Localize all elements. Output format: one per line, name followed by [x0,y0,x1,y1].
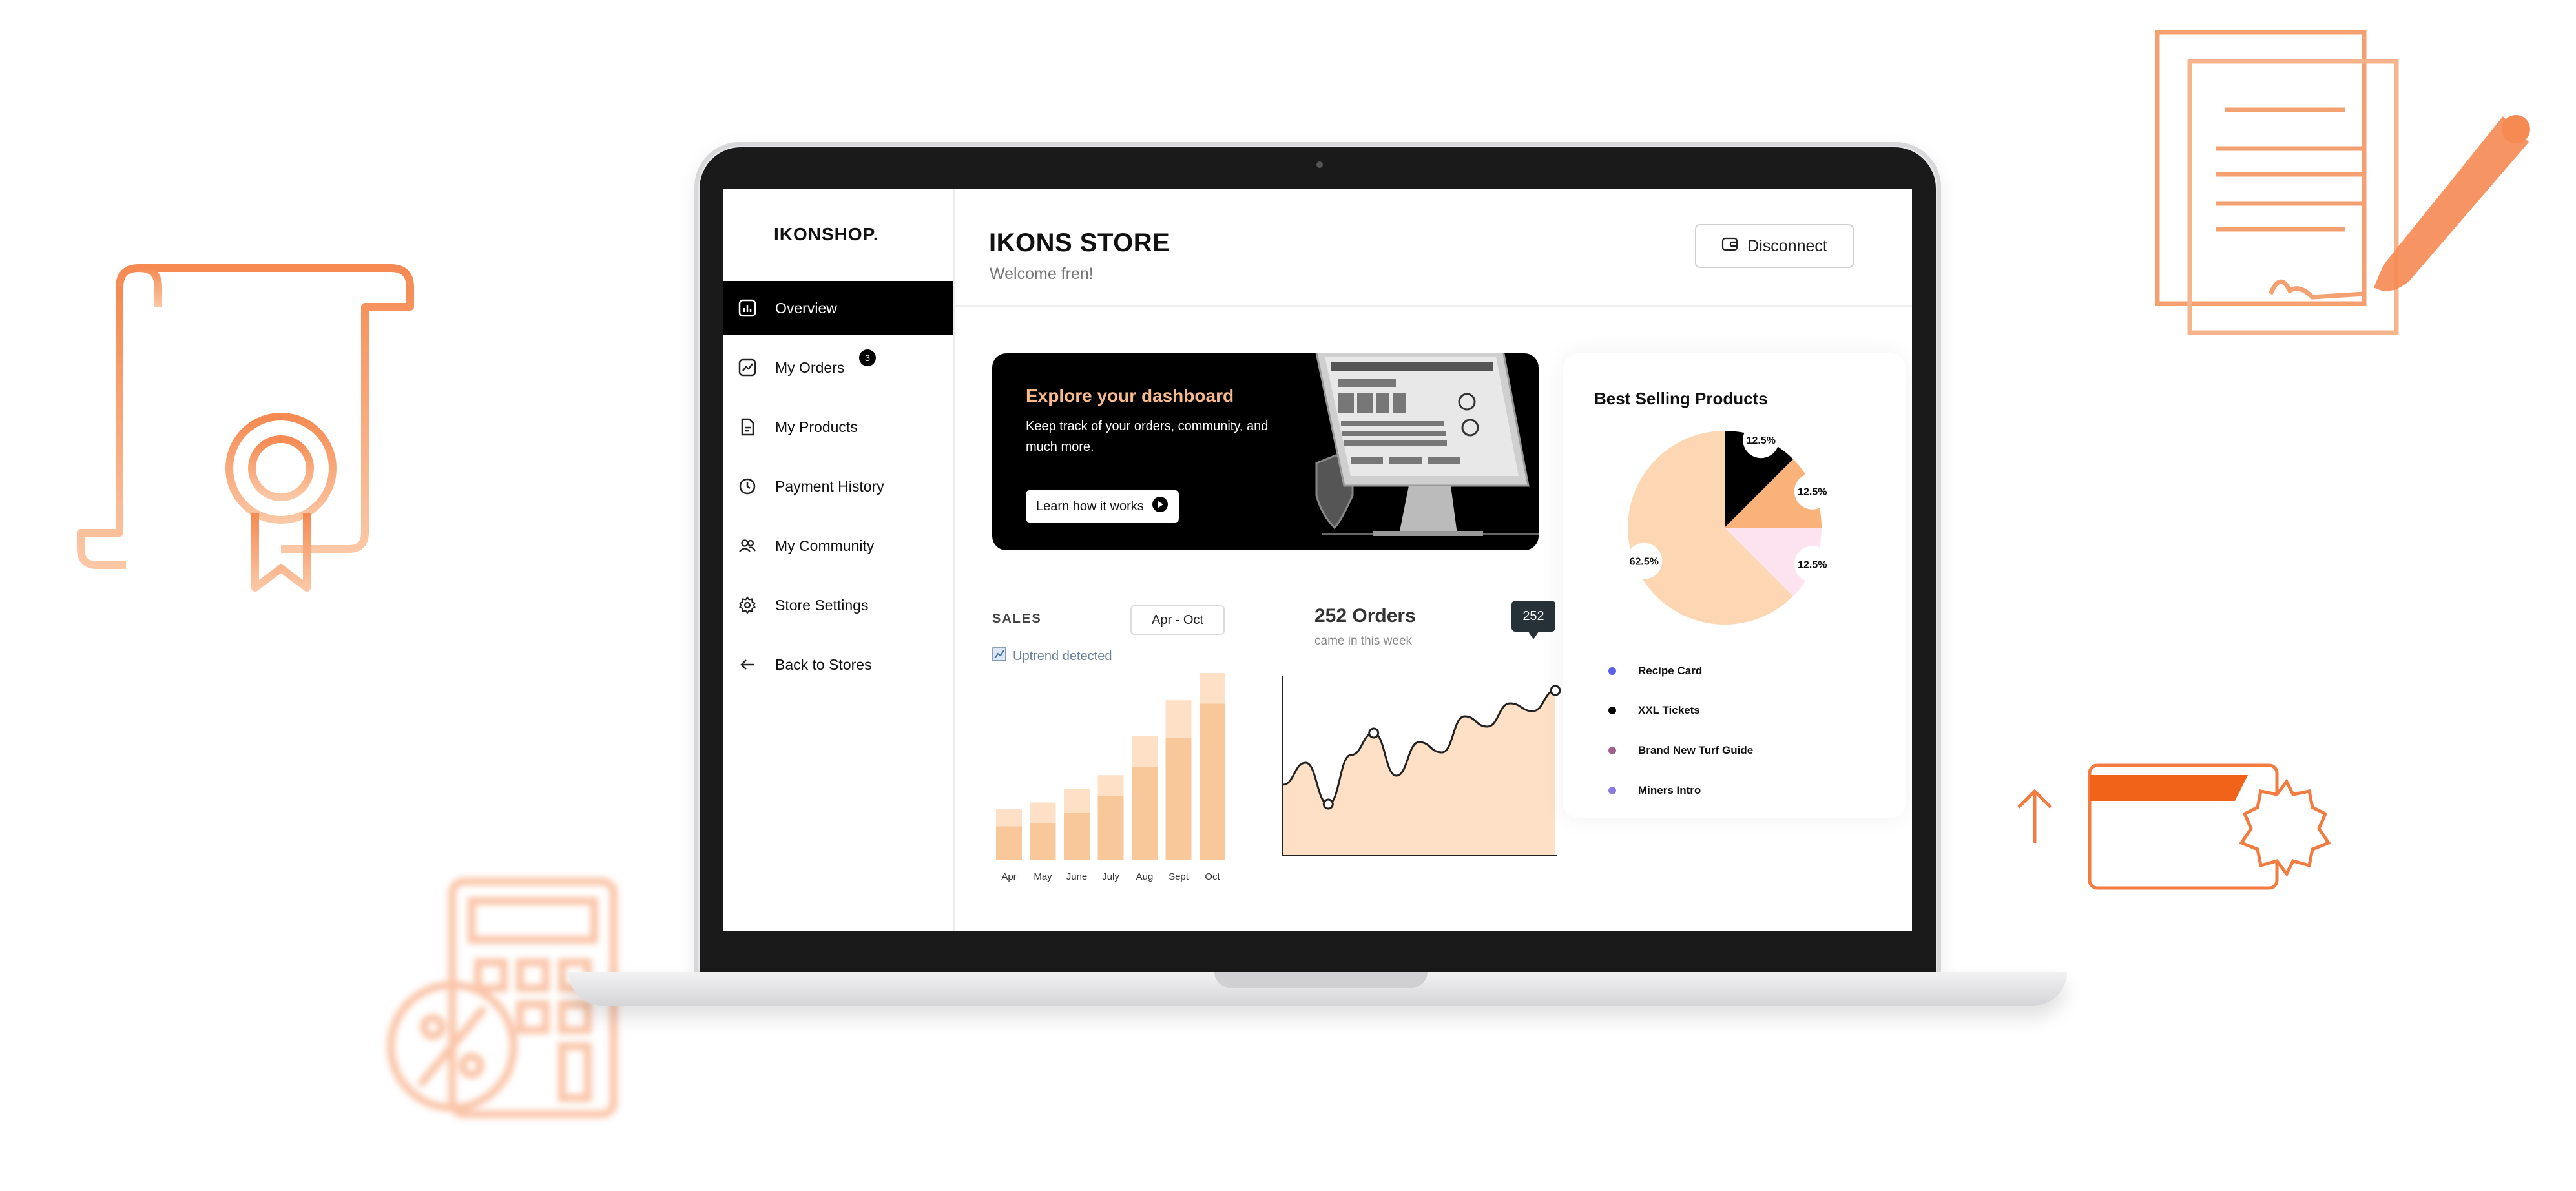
clock-icon [738,477,757,496]
arrow-left-icon [738,655,757,674]
sidebar-item-back-to-stores[interactable]: Back to Stores [723,637,953,692]
uptrend-indicator: Uptrend detected [992,647,1112,665]
learn-how-button[interactable]: Learn how it works [1026,490,1179,523]
data-point [1322,798,1334,810]
certificate-icon [77,264,414,592]
banner-title: Explore your dashboard [1026,386,1234,406]
legend-item-miners-intro: Miners Intro [1608,783,1701,798]
sidebar-item-label: My Orders [775,358,845,376]
pie-data-label: 62.5% [1630,557,1659,568]
gear-icon [738,596,757,615]
bar-top-sept [1165,700,1192,738]
x-tick-label: Sept [1169,871,1189,882]
sidebar-item-my-community[interactable]: My Community [723,519,953,573]
sidebar-item-my-orders[interactable]: My Orders 3 [723,340,953,395]
banner-text: Keep track of your orders, community, an… [1026,419,1269,454]
sidebar-item-overview[interactable]: Overview [723,281,953,335]
sales-bar-chart: Apr May June July Aug Sept Oct [996,673,1225,882]
sidebar-item-label: Overview [775,299,837,316]
app-logo: IKONSHOP. [774,224,879,244]
best-selling-title: Best Selling Products [1594,389,1768,408]
best-selling-card: Best Selling Products 12.5% 12.5% 12.5% 62.… [1563,353,1906,818]
wallet-icon [1721,236,1738,256]
play-icon [1152,496,1169,517]
legend-label: XXL Tickets [1638,704,1700,716]
legend-item-recipe-card: Recipe Card [1608,663,1702,679]
sidebar-item-label: My Community [775,537,875,554]
explore-banner: Explore your dashboard Keep track of you… [992,353,1539,550]
monitor-illustration [1315,353,1539,536]
contract-signing-icon [2155,30,2530,335]
bar-aug [1132,767,1158,860]
period-dropdown[interactable]: Apr - Oct [1130,605,1225,635]
x-tick-label: July [1102,871,1119,882]
bar-chart-icon [738,298,757,318]
legend-item-turf-guide: Brand New Turf Guide [1608,743,1753,758]
bar-top-aug [1132,736,1158,767]
sidebar: IKONSHOP. Overview My Orders 3 My Produc… [723,189,955,931]
disconnect-button[interactable]: Disconnect [1695,224,1854,268]
pie-data-label: 12.5% [1747,435,1776,446]
sidebar-item-store-settings[interactable]: Store Settings [723,578,953,632]
legend-dot [1608,747,1616,754]
orders-subtitle: came in this week [1314,634,1413,648]
camera-icon [1316,161,1323,168]
orders-area [1283,690,1555,856]
legend-label: Recipe Card [1638,665,1703,677]
bar-top-oct [1200,673,1225,704]
bar-june [1064,813,1090,860]
uptrend-text: Uptrend detected [1013,648,1112,663]
bar-top-july [1097,775,1124,796]
sidebar-item-payment-history[interactable]: Payment History [723,459,953,513]
laptop-notch [1214,972,1428,988]
x-tick-label: May [1034,871,1052,882]
data-point [1368,727,1380,739]
sidebar-item-label: Back to Stores [775,656,872,673]
bar-sept [1165,738,1192,860]
trend-icon [738,358,757,377]
orders-tooltip: 252 [1511,601,1555,639]
x-tick-label: Oct [1205,871,1220,882]
sales-label: SALES [992,612,1042,626]
pie-data-label: 12.5% [1798,559,1827,570]
orders-count-badge: 3 [859,349,876,366]
legend-dot [1608,667,1616,675]
learn-how-label: Learn how it works [1036,499,1144,513]
trend-chart-icon [992,647,1006,665]
bar-top-june [1064,789,1090,813]
card-settings-icon [2017,763,2331,890]
bar-top-apr [996,809,1022,827]
sidebar-item-label: My Products [775,418,858,435]
welcome-text: Welcome fren! [990,265,1094,283]
bar-apr [996,826,1022,860]
disconnect-label: Disconnect [1747,236,1827,255]
x-tick-label: Apr [1001,871,1016,882]
orders-area-chart [1282,676,1561,856]
legend-dot [1608,707,1616,714]
data-point [1550,685,1561,696]
bar-july [1097,795,1124,860]
x-tick-label: Aug [1136,871,1154,882]
sidebar-item-label: Store Settings [775,596,869,614]
bar-oct [1200,703,1225,860]
legend-dot [1608,787,1616,794]
page-title: IKONS STORE [989,229,1170,257]
best-selling-pie-chart: 12.5% 12.5% 12.5% 62.5% [1626,422,1831,625]
users-icon [738,536,757,555]
pie-data-label: 12.5% [1798,487,1827,498]
sidebar-item-my-products[interactable]: My Products [723,400,953,454]
legend-item-xxl-tickets: XXL Tickets [1608,703,1700,718]
orders-title: 252 Orders [1314,605,1416,627]
legend-label: Miners Intro [1638,784,1701,796]
bar-top-may [1030,802,1056,823]
app-screen: IKONSHOP. Overview My Orders 3 My Produc… [723,189,1912,931]
legend-label: Brand New Turf Guide [1638,744,1754,756]
document-icon [738,417,757,437]
sidebar-item-label: Payment History [775,477,884,495]
bar-may [1030,823,1056,860]
page-header: IKONS STORE Welcome fren! Disconnect [953,189,1912,307]
x-tick-label: June [1066,871,1088,882]
